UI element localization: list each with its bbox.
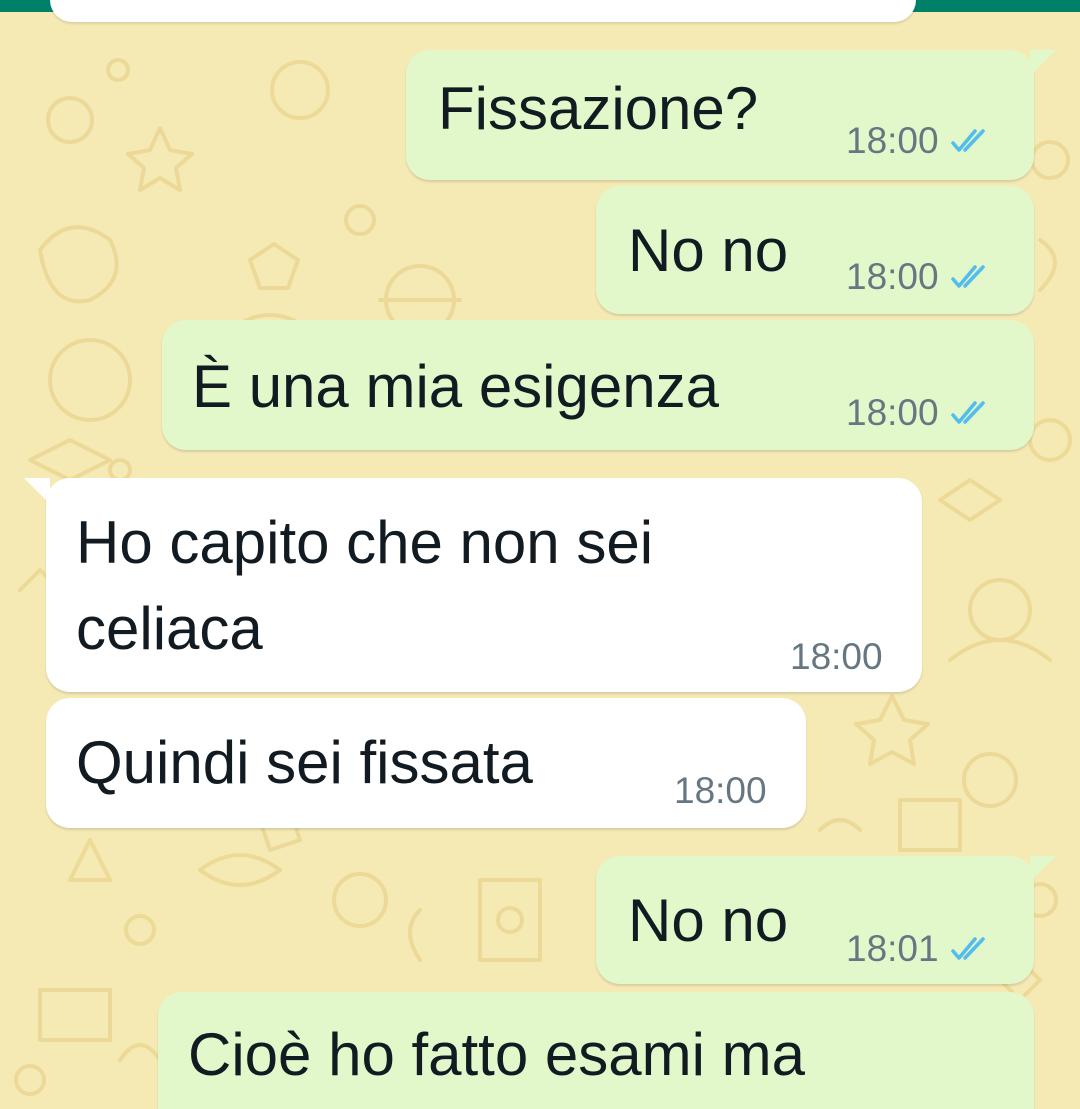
message-time: 18:00	[846, 256, 939, 297]
message-meta: 18:01	[846, 928, 991, 970]
bubble-tail	[1030, 856, 1056, 882]
message-text: Quindi sei fissata	[76, 729, 533, 796]
message-time: 18:00	[674, 770, 767, 811]
double-check-icon	[950, 265, 985, 288]
message-meta: 18:00	[790, 636, 883, 678]
bubble-tail	[1030, 50, 1056, 76]
message-text: È una mia esigenza	[192, 353, 719, 420]
message-bubble-outgoing[interactable]: Fissazione? 18:00	[406, 50, 1034, 180]
message-text: No no	[628, 217, 789, 284]
message-bubble-outgoing[interactable]: Cioè ho fatto esami ma	[158, 992, 1034, 1109]
message-bubble-outgoing[interactable]: No no 18:00	[596, 186, 1034, 314]
double-check-icon	[950, 937, 985, 960]
message-time: 18:00	[846, 392, 939, 433]
message-text-line: Ho capito che non sei	[76, 509, 654, 576]
message-bubble-incoming[interactable]: Quindi sei fissata 18:00	[46, 698, 806, 828]
message-meta: 18:00	[674, 770, 767, 812]
double-check-icon	[950, 401, 985, 424]
message-meta: 18:00	[846, 256, 991, 298]
message-bubble-outgoing[interactable]: No no 18:01	[596, 856, 1034, 984]
message-meta: 18:00	[846, 392, 991, 434]
message-text-line: celiaca	[76, 595, 263, 662]
double-check-icon	[950, 129, 985, 152]
message-bubble-outgoing[interactable]: È una mia esigenza 18:00	[162, 320, 1034, 450]
message-time: 18:00	[846, 120, 939, 161]
message-meta: 18:00	[846, 120, 991, 162]
previous-message-bubble	[50, 0, 916, 22]
message-text: Fissazione?	[438, 75, 759, 142]
message-text: No no	[628, 887, 789, 954]
message-bubble-incoming[interactable]: Ho capito che non sei celiaca 18:00	[46, 478, 922, 692]
message-time: 18:00	[790, 636, 883, 677]
message-text: Cioè ho fatto esami ma	[188, 1021, 805, 1088]
message-time: 18:01	[846, 928, 939, 969]
